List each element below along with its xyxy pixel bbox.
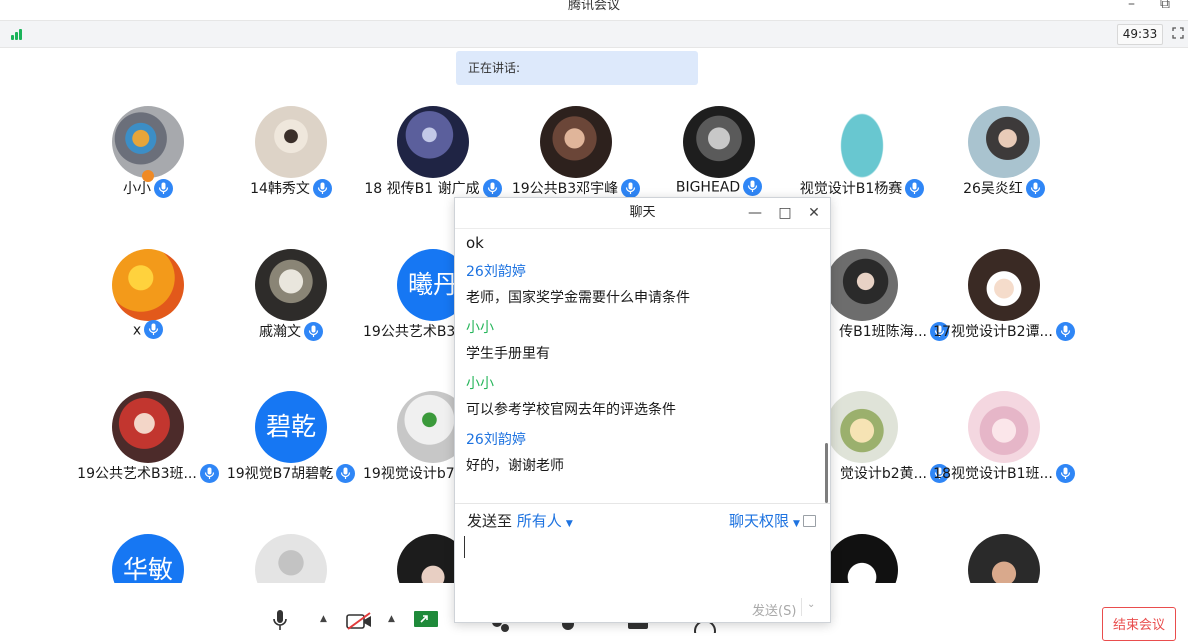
- chat-message-text: ok: [466, 234, 484, 252]
- participant-name: 17视觉设计B2谭...: [933, 324, 1053, 340]
- avatar: [968, 106, 1040, 178]
- chevron-down-icon[interactable]: ▼: [793, 519, 800, 529]
- restore-icon[interactable]: ⧉: [1160, 0, 1170, 12]
- avatar: [968, 249, 1040, 321]
- avatar: [826, 534, 898, 583]
- microphone-icon: [1025, 178, 1045, 198]
- chat-message-list[interactable]: ok 26刘韵婷 老师，国家奖学金需要什么申请条件 小小 学生手册里有 小小 可…: [455, 229, 830, 503]
- participant-name: 19视觉B7胡碧乾: [226, 466, 334, 482]
- fullscreen-icon[interactable]: [1172, 27, 1184, 39]
- participant-name: 视觉设计B1杨赛: [799, 181, 903, 197]
- chat-sender: 小小: [466, 320, 494, 336]
- chat-sender: 26刘韵婷: [466, 264, 526, 280]
- chat-message-text: 老师，国家奖学金需要什么申请条件: [466, 290, 690, 306]
- participant-name: 19公共艺术B3: [363, 324, 456, 340]
- status-bar: 49:33: [0, 20, 1188, 48]
- participant-tile[interactable]: 17视觉设计B2谭...: [919, 249, 1089, 359]
- minimize-icon[interactable]: —: [743, 198, 767, 228]
- participant-name: 觉设计b2黄...: [839, 466, 927, 482]
- window-titlebar: 腾讯会议 – ⧉: [0, 0, 1188, 20]
- send-button[interactable]: 发送(S): [752, 600, 796, 619]
- microphone-icon: [1055, 463, 1075, 483]
- participant-name: 19公共B3邓宇峰: [511, 181, 619, 197]
- end-meeting-button[interactable]: 结束会议: [1102, 607, 1176, 641]
- avatar: [826, 249, 898, 321]
- send-to-selector[interactable]: 发送至 所有人 ▼: [467, 510, 573, 531]
- chat-input[interactable]: [455, 532, 830, 592]
- meeting-timer: 49:33: [1117, 24, 1163, 45]
- avatar: [255, 249, 327, 321]
- avatar: [540, 106, 612, 178]
- chat-message-text: 可以参考学校官网去年的评选条件: [466, 402, 676, 418]
- participant-name: 26吴炎红: [963, 181, 1023, 197]
- microphone-icon: [743, 177, 763, 196]
- signal-strength-icon[interactable]: [11, 28, 27, 40]
- avatar: [255, 534, 327, 583]
- participant-tile[interactable]: 26吴炎红: [919, 106, 1089, 216]
- divider: [801, 598, 802, 616]
- avatar: [255, 106, 327, 178]
- avatar: [968, 534, 1040, 583]
- participant-name: 戚瀚文: [259, 324, 301, 340]
- avatar: [397, 106, 469, 178]
- participant-name: 小小: [123, 181, 151, 197]
- chat-permission-menu[interactable]: 聊天权限 ▼: [729, 510, 816, 531]
- chat-scrollbar[interactable]: [825, 443, 828, 503]
- microphone-icon: [144, 320, 164, 339]
- participant-name: 19视觉设计b7: [363, 466, 455, 482]
- participant-name: 18视觉设计B1班...: [933, 466, 1053, 482]
- chat-permission-label[interactable]: 聊天权限: [729, 512, 789, 530]
- avatar: [968, 391, 1040, 463]
- share-screen-icon[interactable]: [413, 610, 439, 630]
- avatar: [112, 106, 184, 178]
- participant-tile[interactable]: 18视觉设计B1班...: [919, 391, 1089, 501]
- microphone-icon[interactable]: [272, 610, 288, 632]
- avatar: [112, 249, 184, 321]
- chat-sender: 26刘韵婷: [466, 432, 526, 448]
- avatar: 碧乾: [255, 391, 327, 463]
- send-to-value[interactable]: 所有人: [517, 512, 562, 530]
- avatar: [683, 106, 755, 178]
- avatar: [112, 391, 184, 463]
- participant-name: x: [132, 322, 142, 339]
- chevron-down-icon[interactable]: ▼: [566, 519, 573, 529]
- close-icon[interactable]: ✕: [802, 198, 826, 228]
- chat-message-text: 好的，谢谢老师: [466, 458, 564, 474]
- avatar: [826, 106, 898, 178]
- avatar: [826, 391, 898, 463]
- send-to-label: 发送至: [467, 512, 513, 530]
- speaking-indicator: 正在讲话:: [456, 51, 698, 85]
- microphone-icon: [312, 178, 332, 198]
- participant-tile[interactable]: [919, 534, 1089, 583]
- participant-name: 19公共艺术B3班...: [77, 466, 197, 482]
- microphone-icon: [1055, 321, 1075, 341]
- chat-message-text: 学生手册里有: [466, 346, 550, 362]
- chat-divider: [455, 503, 830, 504]
- video-options-caret-icon[interactable]: ▲: [388, 614, 395, 624]
- chevron-down-icon[interactable]: ⌄: [807, 599, 815, 610]
- chat-window: 聊天 — □ ✕ ok 26刘韵婷 老师，国家奖学金需要什么申请条件 小小 学生…: [454, 197, 831, 623]
- participant-name: BIGHEAD: [675, 179, 741, 196]
- microphone-icon: [154, 178, 173, 198]
- camera-off-icon[interactable]: [346, 612, 372, 630]
- maximize-icon[interactable]: □: [773, 198, 797, 228]
- participant-name: 传B1班陈海...: [839, 324, 927, 340]
- window-title: 腾讯会议: [567, 0, 620, 13]
- text-cursor: [464, 536, 465, 558]
- popout-icon[interactable]: [802, 514, 816, 527]
- participant-name: 18 视传B1 谢广成: [364, 181, 480, 197]
- audio-options-caret-icon[interactable]: ▲: [320, 614, 327, 624]
- minimize-icon[interactable]: –: [1128, 0, 1135, 12]
- participant-name: 14韩秀文: [250, 181, 310, 197]
- avatar: 华敏: [112, 534, 184, 583]
- microphone-icon: [304, 321, 323, 341]
- chat-sender: 小小: [466, 376, 494, 392]
- chat-header: 聊天 — □ ✕: [455, 198, 830, 229]
